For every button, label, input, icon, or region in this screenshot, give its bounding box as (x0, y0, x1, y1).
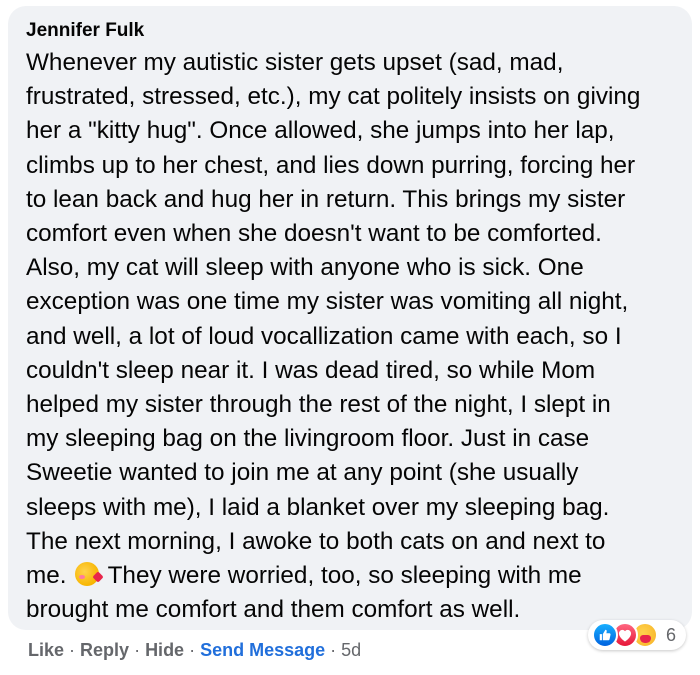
comment-text-fragment: They were worried, too, so sleeping with… (107, 562, 582, 590)
comment-line: Also, my cat will sleep with anyone who … (26, 254, 584, 282)
comment-line: climbs up to her chest, and lies down pu… (26, 151, 636, 179)
timestamp-link[interactable]: 5d (341, 640, 361, 661)
separator: · (330, 640, 337, 660)
comment-author[interactable]: Jennifer Fulk (26, 20, 144, 42)
comment-line: The next morning, I awoke to both cats o… (26, 527, 606, 555)
comment-line: sleeps with me), I laid a blanket over m… (26, 493, 610, 521)
comment-line: helped my sister through the rest of the… (26, 391, 611, 419)
smiling-face-with-hearts-icon (75, 562, 100, 587)
reply-link[interactable]: Reply (80, 640, 129, 661)
like-link[interactable]: Like (28, 640, 64, 661)
separator: · (189, 640, 196, 660)
separator: · (69, 640, 76, 660)
comment-text: Whenever my autistic sister gets upset (… (26, 46, 678, 627)
comment-line: to lean back and hug her in return. This… (26, 185, 626, 213)
comment-line: and well, a lot of loud vocallization ca… (26, 322, 622, 350)
like-icon (591, 622, 618, 648)
comment-text-fragment: me. (26, 562, 67, 590)
separator: · (134, 640, 141, 660)
reactions-summary[interactable]: 6 (587, 620, 686, 650)
comment-line: her a "kitty hug". Once allowed, she jum… (26, 117, 615, 145)
hide-link[interactable]: Hide (145, 640, 184, 661)
comment-line: Sweetie wanted to join me at any point (… (26, 459, 579, 487)
comment-line: me. They were worried, too, so sleeping … (26, 559, 678, 593)
reaction-count: 6 (665, 624, 676, 645)
comment-line: my sleeping bag on the livingroom floor.… (26, 425, 590, 453)
comment-line: couldn't sleep near it. I was dead tired… (26, 356, 596, 384)
comment-line: brought me comfort and them comfort as w… (26, 596, 521, 624)
comment-line: Whenever my autistic sister gets upset (… (26, 49, 564, 76)
comment-line: comfort even when she doesn't want to be… (26, 220, 602, 248)
comment-bubble: Jennifer Fulk Whenever my autistic siste… (8, 6, 692, 630)
comment-actions: Like · Reply · Hide · Send Message · 5d (28, 640, 361, 661)
send-message-link[interactable]: Send Message (200, 640, 325, 661)
comment-line: frustrated, stressed, etc.), my cat poli… (26, 83, 641, 111)
comment-line: exception was one time my sister was vom… (26, 288, 629, 316)
